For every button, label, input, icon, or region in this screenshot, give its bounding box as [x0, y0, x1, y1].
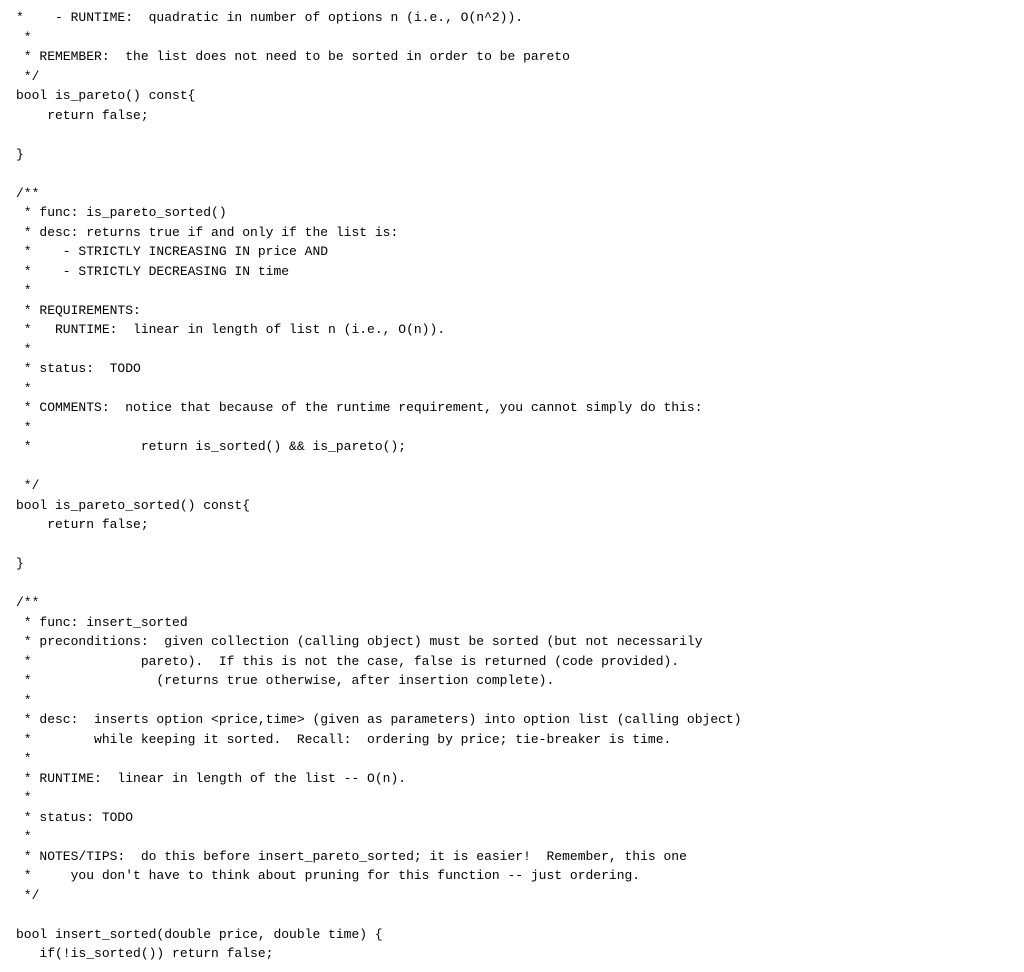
code-content: * - RUNTIME: quadratic in number of opti…	[16, 8, 1008, 964]
